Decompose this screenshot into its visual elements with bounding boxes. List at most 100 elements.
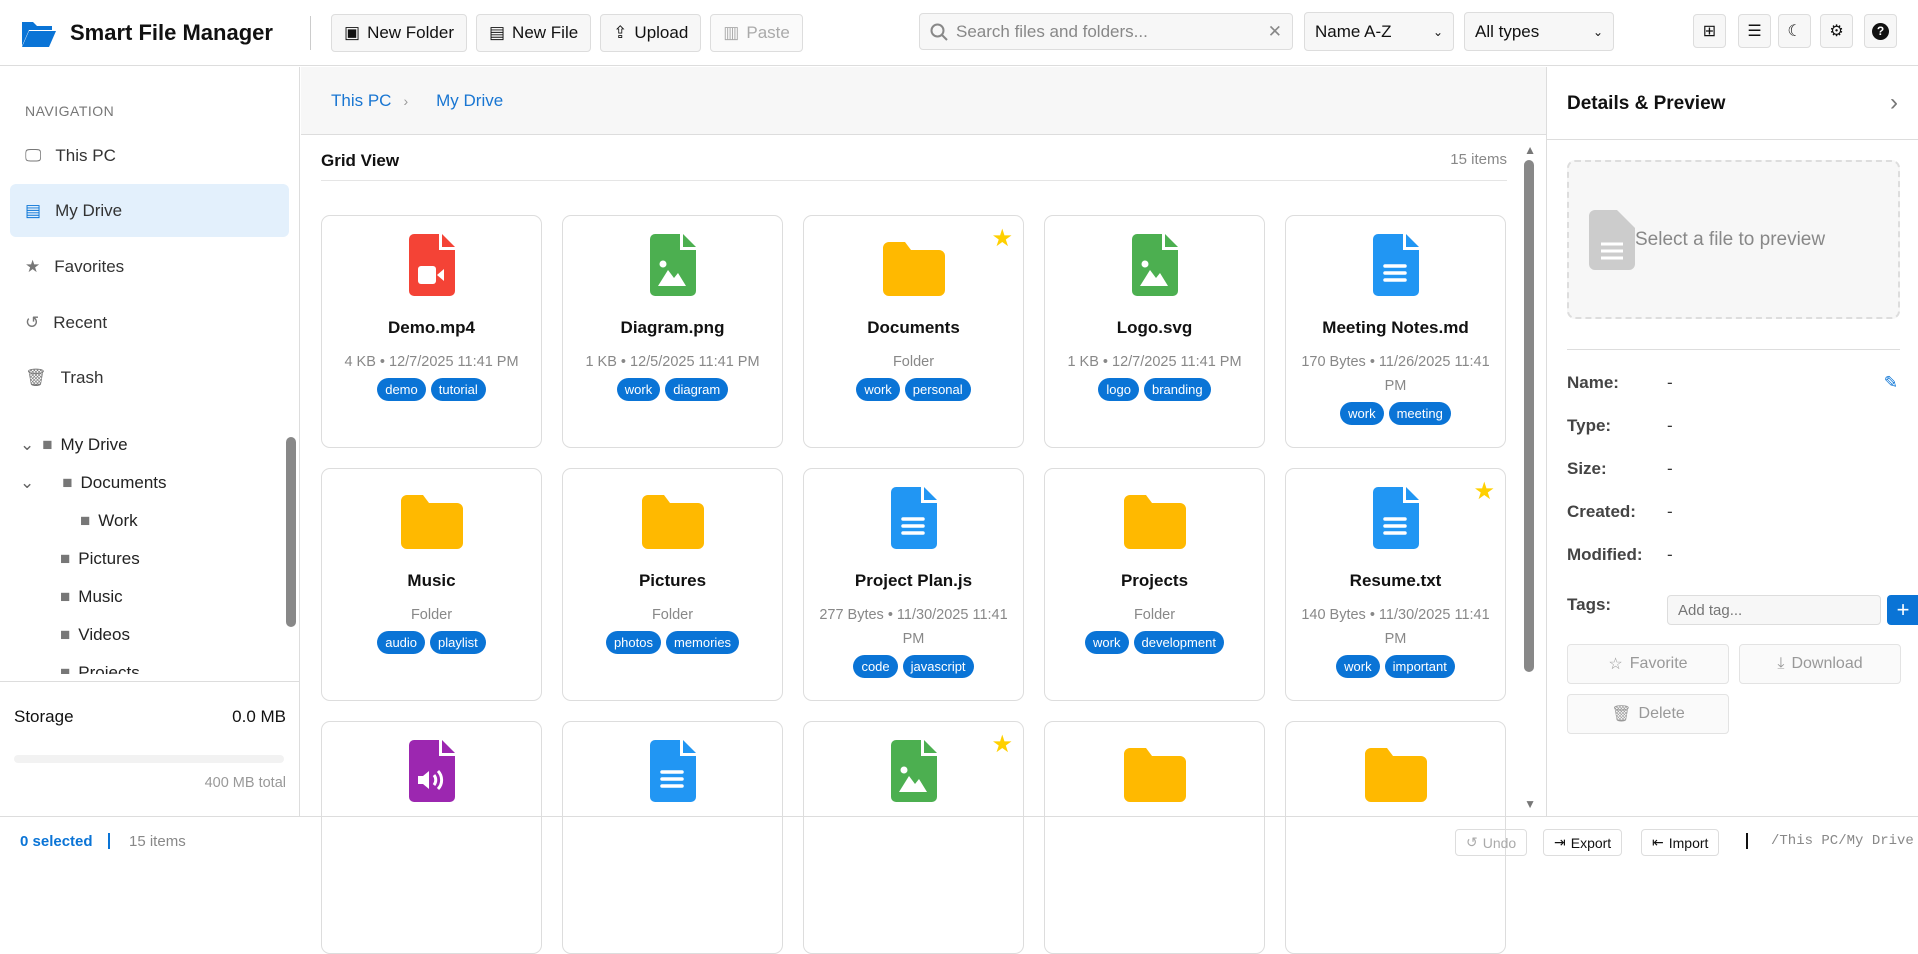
import-button[interactable]: ⇤ Import [1641, 829, 1720, 856]
file-card[interactable]: Music Folder audio playlist [321, 468, 542, 701]
tree-item-documents[interactable]: ⌄ ■ Documents [20, 473, 167, 493]
tag-badge[interactable]: code [853, 655, 898, 678]
delete-button[interactable]: 🗑 Delete [1567, 694, 1729, 734]
sidebar-item-favorites[interactable]: ★ Favorites [10, 240, 289, 293]
folder-icon: ■ [42, 435, 53, 454]
tag-badge[interactable]: personal [904, 378, 971, 401]
favorite-star-icon[interactable]: ★ [991, 224, 1013, 253]
search-input[interactable]: Search files and folders... ✕ [919, 13, 1293, 50]
tag-badge[interactable]: tutorial [430, 378, 486, 401]
detail-label: Type: [1567, 416, 1612, 435]
tag-badge[interactable]: audio [377, 631, 426, 654]
chevron-down-icon: ⌄ [1432, 24, 1443, 39]
export-button[interactable]: ⇥ Export [1543, 829, 1623, 856]
file-meta: 140 Bytes • 11/30/2025 11:41 PM [1301, 607, 1490, 647]
sidebar: NAVIGATION 🖵 This PC ▤ My Drive ★ Favorites… [0, 67, 300, 816]
storage-used: 0.0 MB [232, 707, 286, 726]
edit-name-icon[interactable]: ✎ [1884, 373, 1898, 393]
favorite-button[interactable]: ☆ Favorite [1567, 644, 1729, 684]
tree-item-work[interactable]: ■ Work [80, 511, 138, 531]
help-button[interactable]: ? [1864, 14, 1897, 48]
tag-badge[interactable]: important [1384, 655, 1455, 678]
paste-button[interactable]: ▥ Paste [710, 13, 803, 52]
export-icon: ⇥ [1554, 834, 1566, 850]
file-card[interactable]: Logo.svg 1 KB • 12/7/2025 11:41 PM logo bra… [1044, 215, 1265, 448]
tree-item-projects[interactable]: ■ Projects [60, 663, 140, 674]
dark-mode-button[interactable]: ☾ [1778, 14, 1811, 48]
gear-icon: ⚙ [1829, 23, 1844, 40]
tree-scrollbar[interactable] [286, 437, 296, 627]
clear-search-icon[interactable]: ✕ [1268, 22, 1282, 42]
paste-icon: ▥ [723, 22, 740, 42]
tag-badge[interactable]: playlist [430, 631, 486, 654]
file-card[interactable]: Project Plan.js 277 Bytes • 11/30/2025 11… [803, 468, 1024, 701]
folder-icon: ■ [62, 473, 73, 492]
breadcrumb-my-drive[interactable]: My Drive [436, 91, 503, 111]
upload-button[interactable]: ⇪ Upload [600, 13, 702, 52]
file-meta: Folder [410, 607, 453, 623]
preview-area: Select a file to preview [1567, 160, 1900, 319]
tree-item-videos[interactable]: ■ Videos [60, 625, 130, 645]
tag-list: demo tutorial [322, 378, 541, 401]
scroll-down-arrow[interactable]: ▼ [1524, 797, 1536, 811]
file-name: Projects [1120, 571, 1189, 590]
collapse-panel-icon[interactable]: › [1890, 89, 1898, 117]
undo-button[interactable]: ↺ Undo [1455, 829, 1528, 856]
new-folder-button[interactable]: ▣ New Folder [331, 13, 467, 52]
selected-count: 0 selected [20, 832, 93, 850]
breadcrumb-this-pc[interactable]: This PC [331, 91, 391, 111]
settings-button[interactable]: ⚙ [1820, 14, 1853, 48]
sidebar-item-trash[interactable]: 🗑 Trash [10, 351, 289, 404]
detail-value: - [1667, 545, 1673, 564]
tree-item-my-drive[interactable]: ⌄ ■ My Drive [20, 435, 128, 455]
type-filter-select[interactable]: All types ⌄ [1464, 12, 1614, 51]
favorite-star-icon[interactable]: ★ [991, 730, 1013, 759]
file-card[interactable]: Projects Folder work development [1044, 468, 1265, 701]
tag-list: photos memories [563, 631, 782, 654]
file-card[interactable]: Meeting Notes.md 170 Bytes • 11/26/2025 1… [1285, 215, 1506, 448]
folder-open-icon [22, 21, 56, 47]
tag-badge[interactable]: diagram [665, 378, 729, 401]
tag-badge[interactable]: work [1085, 631, 1129, 654]
grid-header: Grid View 15 items [321, 151, 1507, 181]
file-name: Logo.svg [1116, 318, 1193, 337]
tag-badge[interactable]: photos [605, 631, 661, 654]
tag-badge[interactable]: logo [1098, 378, 1139, 401]
tree-item-pictures[interactable]: ■ Pictures [60, 549, 140, 569]
sort-select[interactable]: Name A-Z ⌄ [1304, 12, 1454, 51]
file-meta: 4 KB • 12/7/2025 11:41 PM [344, 354, 519, 370]
sidebar-item-this-pc[interactable]: 🖵 This PC [10, 129, 289, 182]
file-card[interactable]: Documents Folder work personal ★ [803, 215, 1024, 448]
divider [1547, 139, 1918, 140]
file-card[interactable]: Demo.mp4 4 KB • 12/7/2025 11:41 PM demo tut… [321, 215, 542, 448]
favorite-star-icon[interactable]: ★ [1473, 477, 1495, 506]
tag-badge[interactable]: meeting [1388, 402, 1451, 425]
tag-badge[interactable]: branding [1143, 378, 1211, 401]
tag-badge[interactable]: memories [665, 631, 740, 654]
upload-icon: ⇪ [613, 22, 628, 42]
list-view-button[interactable]: ☰ [1738, 14, 1771, 48]
status-bar: 0 selected 15 items ↺ Undo ⇥ Export ⇤ Impor… [0, 816, 1918, 865]
tag-badge[interactable]: work [1336, 655, 1380, 678]
file-card[interactable]: Resume.txt 140 Bytes • 11/30/2025 11:41 P… [1285, 468, 1506, 701]
details-panel: Details & Preview › Select a file to pre… [1546, 67, 1918, 816]
tag-badge[interactable]: work [856, 378, 900, 401]
add-tag-input[interactable] [1667, 595, 1881, 625]
download-button[interactable]: ⤓ Download [1739, 644, 1901, 684]
add-tag-button[interactable]: + [1887, 595, 1918, 625]
tag-badge[interactable]: development [1133, 631, 1224, 654]
tree-item-music[interactable]: ■ Music [60, 587, 123, 607]
file-card[interactable]: Diagram.png 1 KB • 12/5/2025 11:41 PM work… [562, 215, 783, 448]
app-title: Smart File Manager [70, 19, 273, 45]
tag-badge[interactable]: work [1340, 402, 1384, 425]
sidebar-item-my-drive[interactable]: ▤ My Drive [10, 184, 289, 237]
grid-view-button[interactable]: ⊞ [1693, 14, 1726, 48]
scroll-up-arrow[interactable]: ▲ [1524, 143, 1536, 157]
tag-badge[interactable]: demo [377, 378, 426, 401]
new-file-button[interactable]: ▤ New File [475, 13, 592, 52]
main-scrollbar[interactable] [1524, 160, 1534, 672]
sidebar-item-recent[interactable]: ↺ Recent [10, 296, 289, 349]
file-card[interactable]: Pictures Folder photos memories [562, 468, 783, 701]
tag-badge[interactable]: javascript [902, 655, 974, 678]
tag-badge[interactable]: work [616, 378, 661, 401]
